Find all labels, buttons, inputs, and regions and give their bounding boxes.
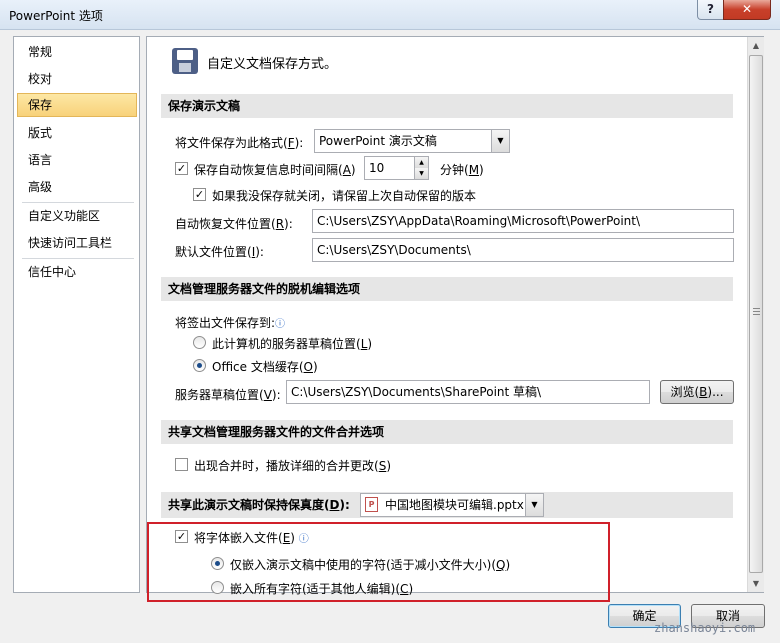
nav-item-proofing[interactable]: 校对 xyxy=(17,67,137,91)
spin-down-icon[interactable]: ▼ xyxy=(414,168,428,179)
autorecover-label: 保存自动恢复信息时间间隔(A) xyxy=(194,163,356,177)
autorecover-minutes-input[interactable]: 10 ▲ ▼ xyxy=(364,156,429,180)
section-offline-title: 文档管理服务器文件的脱机编辑选项 xyxy=(161,277,733,301)
radio-office-cache[interactable] xyxy=(193,359,206,372)
drafts-location-input[interactable]: C:\Users\ZSY\Documents\SharePoint 草稿\ xyxy=(286,380,650,404)
title-bar: PowerPoint 选项 ? ✕ xyxy=(0,0,780,30)
autorecover-checkbox[interactable]: ✓ xyxy=(175,162,188,175)
autorecover-minutes-value: 10 xyxy=(369,161,385,175)
default-location-input[interactable]: C:\Users\ZSY\Documents\ xyxy=(312,238,734,262)
nav-divider xyxy=(22,258,134,259)
annotation-highlight-box xyxy=(147,522,610,602)
default-location-label: 默认文件位置(I): xyxy=(175,245,264,259)
fidelity-file-select[interactable]: P 中国地图模块可编辑.pptx ▼ xyxy=(360,493,544,517)
powerpoint-file-icon: P xyxy=(365,497,378,512)
autorecover-location-input[interactable]: C:\Users\ZSY\AppData\Roaming\Microsoft\P… xyxy=(312,209,734,233)
nav-item-general[interactable]: 常规 xyxy=(17,40,137,64)
radio-office-cache-label: Office 文档缓存(O) xyxy=(212,360,318,374)
nav-item-save[interactable]: 保存 xyxy=(17,93,137,117)
format-label: 将文件保存为此格式(F): xyxy=(175,136,304,150)
info-icon: ⓘ xyxy=(275,319,286,330)
floppy-disk-icon xyxy=(172,48,198,74)
radio-server-drafts[interactable] xyxy=(193,336,206,349)
nav-item-advanced[interactable]: 高级 xyxy=(17,175,137,199)
scroll-thumb[interactable] xyxy=(749,55,763,573)
checkout-label: 将签出文件保存到:ⓘ xyxy=(175,316,286,330)
help-button[interactable]: ? xyxy=(697,0,724,20)
browse-button[interactable]: 浏览(B)... xyxy=(660,380,734,404)
format-select-value: PowerPoint 演示文稿 xyxy=(319,134,437,148)
keep-last-version-label: 如果我没保存就关闭，请保留上次自动保留的版本 xyxy=(212,189,477,203)
page-heading: 自定义文档保存方式。 xyxy=(207,57,338,72)
format-select[interactable]: PowerPoint 演示文稿 ▼ xyxy=(314,129,510,153)
window-title: PowerPoint 选项 xyxy=(9,9,103,23)
radio-server-drafts-label: 此计算机的服务器草稿位置(L) xyxy=(212,337,373,351)
options-nav: 常规 校对 保存 版式 语言 高级 自定义功能区 快速访问工具栏 信任中心 xyxy=(13,36,140,593)
close-button[interactable]: ✕ xyxy=(723,0,771,20)
scroll-up-icon[interactable]: ▲ xyxy=(748,37,764,54)
nav-item-trust-center[interactable]: 信任中心 xyxy=(17,260,137,284)
content-scrollbar[interactable]: ▲ ▼ xyxy=(747,37,764,592)
fidelity-file-value: 中国地图模块可编辑.pptx xyxy=(385,498,524,512)
minutes-label: 分钟(M) xyxy=(440,163,484,177)
nav-item-language[interactable]: 语言 xyxy=(17,148,137,172)
show-merge-label: 出现合并时，播放详细的合并更改(S) xyxy=(194,459,391,473)
grip-icon xyxy=(753,308,760,315)
chevron-down-icon[interactable]: ▼ xyxy=(525,494,543,516)
watermark-text: zhanshaoyi.com xyxy=(654,621,756,635)
spin-up-icon[interactable]: ▲ xyxy=(414,157,428,168)
chevron-down-icon[interactable]: ▼ xyxy=(491,130,509,152)
section-save-title: 保存演示文稿 xyxy=(161,94,733,118)
autorecover-location-label: 自动恢复文件位置(R): xyxy=(175,217,293,231)
show-merge-checkbox[interactable] xyxy=(175,458,188,471)
nav-divider xyxy=(22,202,134,203)
scroll-down-icon[interactable]: ▼ xyxy=(748,575,764,592)
nav-item-customize-ribbon[interactable]: 自定义功能区 xyxy=(17,204,137,228)
nav-item-layout[interactable]: 版式 xyxy=(17,121,137,145)
nav-item-quick-access[interactable]: 快速访问工具栏 xyxy=(17,231,137,255)
keep-last-version-checkbox[interactable]: ✓ xyxy=(193,188,206,201)
drafts-location-label: 服务器草稿位置(V): xyxy=(175,388,281,402)
section-merge-title: 共享文档管理服务器文件的文件合并选项 xyxy=(161,420,733,444)
